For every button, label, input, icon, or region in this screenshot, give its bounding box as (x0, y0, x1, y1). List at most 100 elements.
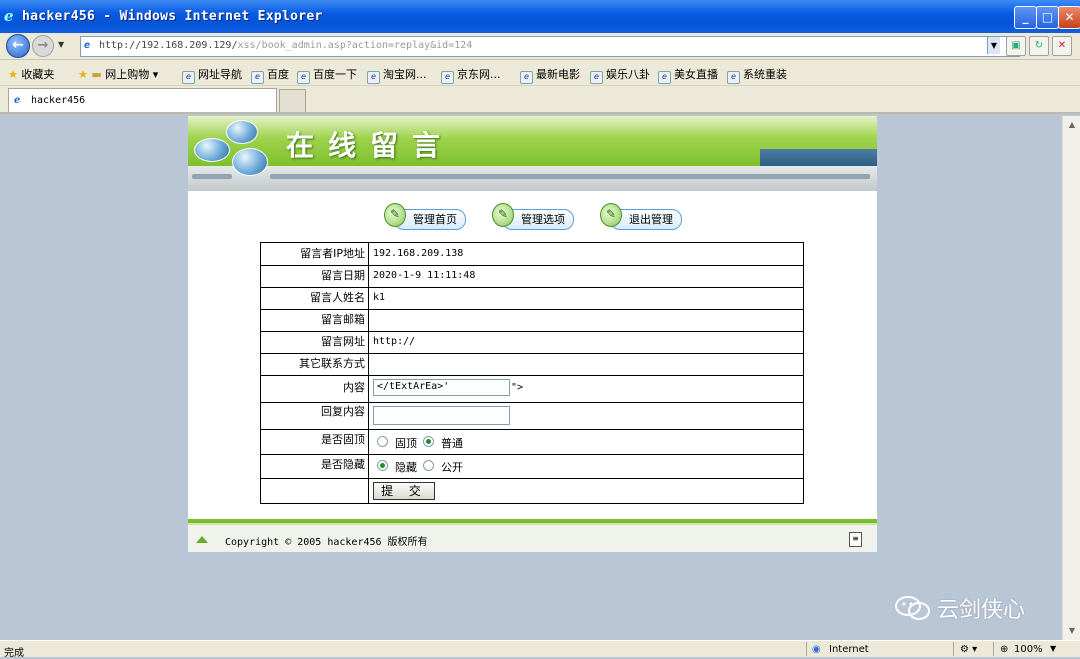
fav-item-baidu[interactable]: e 百度 (251, 66, 289, 84)
hide-option-label: 隐藏 (395, 461, 417, 474)
fav-label: 美女直播 (674, 68, 718, 81)
ie-page-icon: e (727, 71, 740, 84)
fav-item-taobao[interactable]: e 淘宝网... (367, 66, 427, 84)
title-bar: e hacker456 - Windows Internet Explorer … (0, 0, 1080, 33)
hide-radio[interactable] (377, 460, 388, 471)
table-row: 是否隐藏 隐藏 公开 (261, 454, 803, 479)
minimize-button[interactable]: _ (1014, 6, 1037, 29)
document-icon[interactable]: ≡ (849, 532, 862, 547)
zoom-icon[interactable]: ⊕ (1000, 644, 1008, 655)
ip-value: 192.168.209.138 (373, 248, 464, 259)
star-icon: ★ (8, 68, 18, 81)
favorites-label: 收藏夹 (21, 68, 55, 81)
fav-item-movies[interactable]: e 最新电影 (520, 66, 580, 84)
pencil-icon: ✎ (492, 203, 514, 227)
address-host: http://192.168.209.129/ (99, 40, 238, 51)
table-row: 留言邮箱 (261, 309, 803, 332)
fav-item-live[interactable]: e 美女直播 (658, 66, 718, 84)
page-footer: Copyright © 2005 hacker456 版权所有 ≡ (188, 519, 877, 552)
table-row: 是否固顶 固顶 普通 (261, 429, 803, 455)
history-dropdown-icon[interactable]: ▼ (58, 40, 64, 49)
bubble-icon (232, 148, 268, 176)
content-label: 内容 (261, 375, 369, 402)
fav-label: 京东网... (457, 68, 501, 81)
copyright-text: Copyright © 2005 hacker456 版权所有 (225, 537, 428, 548)
fav-label: 百度 (267, 68, 289, 81)
banner-title: 在线留言 (286, 129, 455, 162)
zoom-dropdown-icon[interactable]: ▼ (1050, 644, 1056, 653)
favorites-button[interactable]: ★ 收藏夹 (8, 66, 54, 82)
normal-radio[interactable] (423, 436, 434, 447)
reply-form-table: 留言者IP地址 192.168.209.138 留言日期 2020-1-9 11… (260, 242, 804, 504)
table-row: 提 交 (261, 478, 803, 503)
fav-label: 百度一下 (313, 68, 357, 81)
pencil-icon: ✎ (600, 203, 622, 227)
fav-label: 娱乐八卦 (606, 68, 650, 81)
fav-item-jd[interactable]: e 京东网... (441, 66, 501, 84)
tab-title: hacker456 (31, 95, 86, 106)
page-icon: e (84, 40, 91, 51)
scroll-up-icon[interactable]: ▲ (1064, 117, 1080, 133)
new-tab-button[interactable] (279, 89, 306, 112)
date-label: 留言日期 (261, 265, 369, 287)
content-suffix: "> (511, 382, 524, 393)
zoom-level[interactable]: 100% (1014, 644, 1043, 655)
stop-icon[interactable]: ✕ (1052, 36, 1072, 56)
globe-icon: ◉ (812, 644, 821, 655)
navigation-bar: ← → ▼ e http://192.168.209.129/xss/book_… (0, 33, 1080, 60)
ie-page-icon: e (520, 71, 533, 84)
fav-item-shopping[interactable]: ★ ▬ 网上购物 ▾ (78, 66, 158, 82)
fav-label: 系统重装 (743, 68, 787, 81)
favorites-bar: ★ 收藏夹 ★ ▬ 网上购物 ▾ e 网址导航 e 百度 e 百度一下 e 淘宝网...… (0, 60, 1080, 86)
fav-item-reinstall[interactable]: e 系统重装 (727, 66, 787, 84)
close-button[interactable]: ✕ (1058, 6, 1080, 29)
folder-icon: ▬ (91, 68, 102, 81)
address-bar[interactable]: e http://192.168.209.129/xss/book_admin.… (80, 36, 1020, 57)
table-row: 留言者IP地址 192.168.209.138 (261, 243, 803, 266)
normal-option-label: 普通 (441, 437, 463, 450)
submit-button[interactable]: 提 交 (373, 482, 435, 500)
fav-label: 淘宝网... (383, 68, 427, 81)
tab-hacker456[interactable]: e hacker456 (8, 88, 277, 112)
banner-groove (270, 174, 870, 179)
address-dropdown-icon[interactable]: ▼ (987, 37, 1000, 54)
fav-item-nav[interactable]: e 网址导航 (182, 66, 242, 84)
maximize-button[interactable]: □ (1036, 6, 1059, 29)
url-value: http:// (373, 336, 416, 347)
fav-item-baidu-search[interactable]: e 百度一下 (297, 66, 357, 84)
vertical-scrollbar[interactable]: ▲ ▼ (1062, 116, 1080, 640)
refresh-icon[interactable]: ↻ (1029, 36, 1049, 56)
public-radio[interactable] (423, 460, 434, 471)
forward-button[interactable]: → (32, 35, 54, 57)
fav-item-gossip[interactable]: e 娱乐八卦 (590, 66, 650, 84)
pin-radio[interactable] (377, 436, 388, 447)
status-separator (953, 642, 954, 656)
table-row: 留言网址 http:// (261, 331, 803, 354)
reply-input[interactable] (373, 406, 510, 425)
email-label: 留言邮箱 (261, 309, 369, 331)
back-button[interactable]: ← (6, 34, 30, 58)
arrow-up-icon[interactable] (196, 536, 208, 543)
add-favorite-icon: ★ (78, 68, 88, 81)
scroll-down-icon[interactable]: ▼ (1064, 623, 1080, 639)
public-option-label: 公开 (441, 461, 463, 474)
table-row: 留言人姓名 k1 (261, 287, 803, 310)
content-input[interactable]: </tExtArEa>' (373, 379, 510, 396)
reply-label: 回复内容 (261, 402, 369, 429)
status-separator (806, 642, 807, 656)
status-separator (993, 642, 994, 656)
fav-label: 最新电影 (536, 68, 580, 81)
ie-tab-icon: e (14, 95, 21, 106)
compatibility-icon[interactable]: ▣ (1006, 36, 1026, 56)
name-value: k1 (373, 292, 386, 303)
table-row: 留言日期 2020-1-9 11:11:48 (261, 265, 803, 288)
protected-mode-icon[interactable]: ⚙ ▾ (960, 644, 977, 655)
bubble-icon (194, 138, 230, 162)
fav-label: 网址导航 (198, 68, 242, 81)
table-row: 其它联系方式 (261, 353, 803, 376)
pencil-icon: ✎ (384, 203, 406, 227)
ie-page-icon: e (251, 71, 264, 84)
ie-page-icon: e (367, 71, 380, 84)
ie-page-icon: e (590, 71, 603, 84)
pin-option-label: 固顶 (395, 437, 417, 450)
